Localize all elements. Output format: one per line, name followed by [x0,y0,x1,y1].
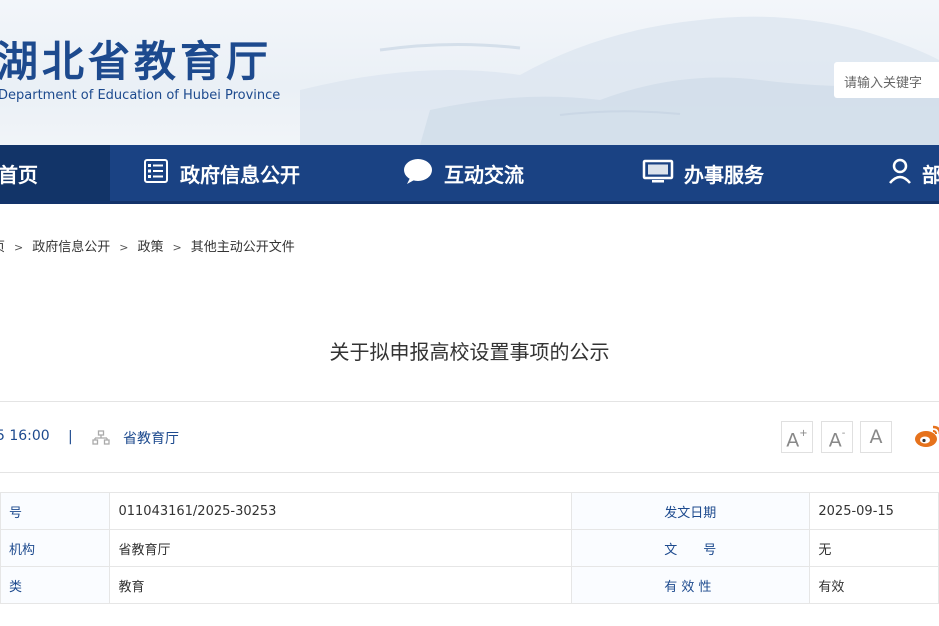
publish-date: 5 16:00 [0,428,50,444]
speech-bubble-icon [402,157,434,190]
divider [0,401,939,402]
publishing-org: 省教育厅 [123,431,179,447]
nav-item-services[interactable]: 办事服务 [642,145,764,201]
font-increase-button[interactable]: A+ [781,421,813,453]
info-value: 教育 [109,566,573,604]
main-nav: 首页 政府信息公开 互动交流 办事服务 部 [0,145,939,204]
nav-item-label: 首页 [0,162,38,187]
search-input[interactable]: 请输入关键字 [834,62,939,98]
monitor-icon [642,158,674,189]
table-row: 类 教育 有 效 性 有效 [0,566,939,604]
table-row: 号 011043161/2025-30253 发文日期 2025-09-15 [0,492,939,530]
organization-icon [92,430,110,450]
info-label: 类 [0,566,111,604]
divider [0,472,939,473]
breadcrumb-other-files[interactable]: 其他主动公开文件 [191,240,295,255]
font-decrease-button[interactable]: A- [821,421,853,453]
font-decrease-mark: - [841,428,846,439]
breadcrumb-policy[interactable]: 政策 [137,240,163,255]
site-logo-chinese[interactable]: 湖北省教育厅 [0,28,272,89]
nav-item-label: 互动交流 [444,162,524,187]
font-increase-label: A [786,429,800,452]
document-info-table: 号 011043161/2025-30253 发文日期 2025-09-15 机… [0,492,939,604]
person-badge-icon [888,157,912,190]
font-reset-label: A [869,426,883,448]
breadcrumb: 页 > 政府信息公开 > 政策 > 其他主动公开文件 [0,236,295,255]
breadcrumb-separator: > [119,241,129,254]
breadcrumb-home[interactable]: 页 [0,240,5,255]
info-label: 文 号 [571,529,811,567]
document-list-icon [142,158,170,189]
info-label: 有 效 性 [571,566,811,604]
nav-item-home[interactable]: 首页 [0,145,110,201]
breadcrumb-gov-info[interactable]: 政府信息公开 [32,240,110,255]
info-label: 发文日期 [571,492,811,530]
nav-item-interaction[interactable]: 互动交流 [402,145,524,201]
info-label: 机构 [0,529,111,567]
font-reset-button[interactable]: A [860,421,892,453]
meta-divider: | [68,429,73,445]
nav-item-label: 政府信息公开 [180,162,300,187]
weibo-share-icon[interactable] [914,422,939,454]
font-increase-mark: + [799,428,808,439]
info-value: 2025-09-15 [809,492,939,530]
nav-item-gov-info[interactable]: 政府信息公开 [142,145,300,201]
article-title: 关于拟申报高校设置事项的公示 [329,340,610,364]
info-value: 省教育厅 [109,529,573,567]
breadcrumb-separator: > [172,241,182,254]
site-logo-english[interactable]: Department of Education of Hubei Provinc… [0,88,280,103]
breadcrumb-separator: > [14,241,24,254]
font-decrease-label: A [828,429,842,452]
nav-item-label: 部 [922,162,939,187]
info-label: 号 [0,492,111,530]
site-header: 湖北省教育厅 Department of Education of Hubei … [0,0,939,145]
info-value: 无 [809,529,939,567]
info-value: 有效 [809,566,939,604]
info-value: 011043161/2025-30253 [109,492,573,530]
nav-item-more[interactable]: 部 [888,145,939,201]
nav-item-label: 办事服务 [684,162,764,187]
table-row: 机构 省教育厅 文 号 无 [0,529,939,567]
